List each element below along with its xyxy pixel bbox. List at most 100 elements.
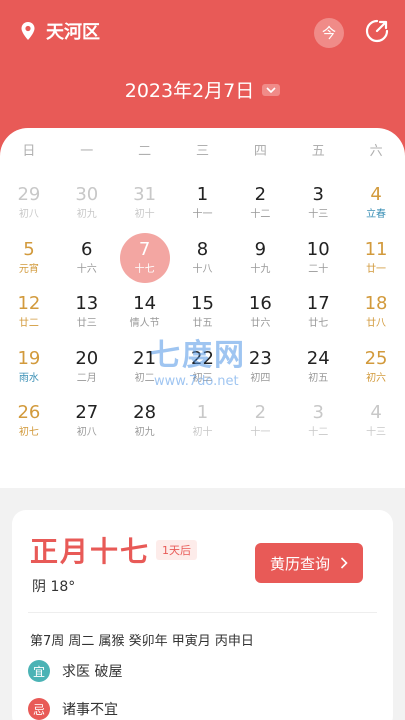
calendar-day[interactable]: 16 廿六 [231, 287, 289, 342]
calendar-day[interactable]: 21 初二 [116, 342, 174, 397]
weekday-label: 日 [22, 144, 36, 159]
yi-badge: 宜 [28, 660, 50, 682]
weekday-label: 三 [196, 144, 210, 159]
calendar-day[interactable]: 23 初四 [231, 342, 289, 397]
day-number: 18 [364, 293, 388, 314]
calendar-day[interactable]: 22 初三 [174, 342, 232, 397]
day-number: 9 [254, 238, 267, 260]
day-number: 22 [191, 347, 214, 369]
day-number: 14 [133, 293, 157, 314]
calendar-day[interactable]: 20 二月 [58, 342, 116, 397]
date-info-line: 第7周 周二 属猴 癸卯年 甲寅月 丙申日 [30, 634, 254, 649]
lunar-label: 初九 [76, 209, 97, 220]
calendar-day-selected[interactable]: 7 十七 [116, 232, 174, 288]
day-number: 2 [254, 402, 267, 423]
lunar-label: 十六 [76, 263, 97, 275]
divider [28, 612, 377, 613]
calendar-day[interactable]: 8 十八 [174, 233, 232, 288]
day-number: 31 [133, 184, 157, 205]
ji-badge: 忌 [28, 698, 50, 720]
calendar-day[interactable]: 10 二十 [289, 233, 347, 288]
almanac-card: 正月十七 1天后 阴 18° 黄历查询 第7周 周二 属猴 癸卯年 甲寅月 丙申… [12, 510, 393, 720]
calendar-day[interactable]: 6 十六 [58, 233, 116, 288]
weekday-label: 二 [138, 144, 152, 159]
lunar-label: 十一 [250, 427, 271, 438]
lunar-label: 初三 [192, 372, 213, 384]
lunar-label: 十一 [192, 209, 213, 220]
calendar-day[interactable]: 11 廿一 [347, 233, 405, 288]
lunar-label: 二十 [308, 263, 329, 275]
day-number: 5 [23, 238, 35, 260]
day-number: 1 [196, 402, 209, 423]
share-icon[interactable] [364, 18, 390, 44]
calendar-day[interactable]: 9 十九 [231, 233, 289, 288]
calendar-day[interactable]: 26 初七 [0, 396, 58, 451]
day-number: 27 [75, 402, 99, 423]
lunar-label: 初六 [366, 372, 387, 384]
yi-row: 宜 求医 破屋 [28, 660, 122, 682]
lunar-label: 十二 [250, 209, 271, 220]
calendar-day[interactable]: 19 雨水 [0, 342, 58, 397]
calendar-day[interactable]: 13 廿三 [58, 287, 116, 342]
lunar-label: 廿一 [366, 263, 387, 275]
calendar-grid: 29 初八 30 初九 31 初十 1 十一 2 十二 3 十三 4 立春 5 元宵 6 十六 7 十七 8 十八 9 十九 1… [0, 178, 405, 451]
day-number: 25 [364, 347, 388, 369]
lunar-label: 初七 [18, 427, 39, 438]
lunar-label: 初四 [250, 372, 271, 384]
calendar-day[interactable]: 2 十一 [231, 396, 289, 451]
location-label: 天河区 [46, 22, 100, 43]
location-selector[interactable]: 天河区 [18, 18, 100, 44]
day-number: 6 [81, 238, 93, 260]
date-selector[interactable]: 2023年2月7日 [0, 76, 405, 103]
calendar-day[interactable]: 24 初五 [289, 342, 347, 397]
lunar-label: 初五 [308, 372, 329, 384]
calendar-day[interactable]: 4 十三 [347, 396, 405, 451]
calendar-day[interactable]: 1 初十 [174, 396, 232, 451]
calendar-day[interactable]: 31 初十 [116, 178, 174, 233]
ji-row: 忌 诸事不宜 [28, 698, 118, 720]
lunar-label: 元宵 [18, 263, 39, 275]
weekday-header: 日一二三四五六 [0, 140, 405, 159]
calendar-day[interactable]: 14 情人节 [116, 287, 174, 342]
calendar-day[interactable]: 4 立春 [347, 178, 405, 233]
calendar-day[interactable]: 1 十一 [174, 178, 232, 233]
day-number: 2 [254, 184, 267, 205]
lunar-label: 廿八 [366, 318, 387, 329]
lunar-label: 十二 [308, 427, 329, 438]
day-number: 29 [17, 184, 41, 205]
lunar-label: 十七 [134, 263, 155, 275]
calendar-day[interactable]: 3 十三 [289, 178, 347, 233]
weekday-label: 六 [369, 144, 383, 159]
calendar-day[interactable]: 3 十二 [289, 396, 347, 451]
day-number: 13 [75, 293, 99, 314]
calendar-day[interactable]: 5 元宵 [0, 233, 58, 288]
calendar-day[interactable]: 30 初九 [58, 178, 116, 233]
calendar-day[interactable]: 2 十二 [231, 178, 289, 233]
day-number: 12 [17, 293, 41, 314]
date-title: 2023年2月7日 [124, 80, 255, 102]
calendar-day[interactable]: 18 廿八 [347, 287, 405, 342]
lunar-label: 廿六 [250, 318, 271, 329]
today-button[interactable]: 今 [314, 18, 344, 48]
lunar-label: 廿七 [308, 318, 329, 329]
ji-text: 诸事不宜 [62, 702, 118, 718]
day-number: 23 [248, 347, 272, 369]
location-pin-icon [21, 22, 35, 40]
lunar-label: 廿三 [76, 318, 97, 329]
day-number: 15 [191, 293, 214, 314]
calendar-day[interactable]: 15 廿五 [174, 287, 232, 342]
day-number: 10 [306, 238, 330, 260]
calendar-day[interactable]: 17 廿七 [289, 287, 347, 342]
lunar-label: 二月 [76, 372, 97, 384]
day-number: 30 [75, 184, 99, 205]
day-number: 3 [312, 184, 324, 205]
lunar-label: 十三 [366, 427, 387, 438]
almanac-query-button[interactable]: 黄历查询 [255, 543, 363, 583]
calendar-day[interactable]: 25 初六 [347, 342, 405, 397]
calendar-day[interactable]: 29 初八 [0, 178, 58, 233]
calendar-day[interactable]: 28 初九 [116, 396, 174, 451]
day-number: 20 [75, 347, 99, 369]
lunar-label: 初十 [192, 427, 213, 438]
calendar-day[interactable]: 27 初八 [58, 396, 116, 451]
calendar-day[interactable]: 12 廿二 [0, 287, 58, 342]
